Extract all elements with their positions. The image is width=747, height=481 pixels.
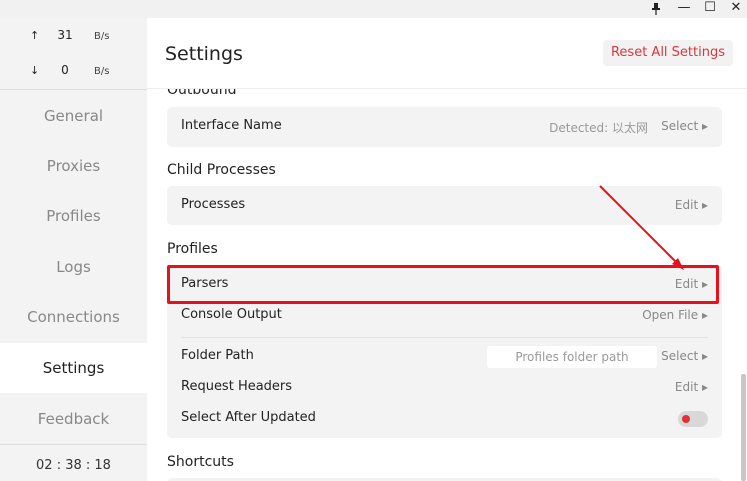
settings-header: Settings Reset All Settings <box>147 18 747 89</box>
scrollbar[interactable] <box>741 374 746 481</box>
reset-all-settings-button[interactable]: Reset All Settings <box>603 40 733 66</box>
page-title: Settings <box>165 43 243 65</box>
